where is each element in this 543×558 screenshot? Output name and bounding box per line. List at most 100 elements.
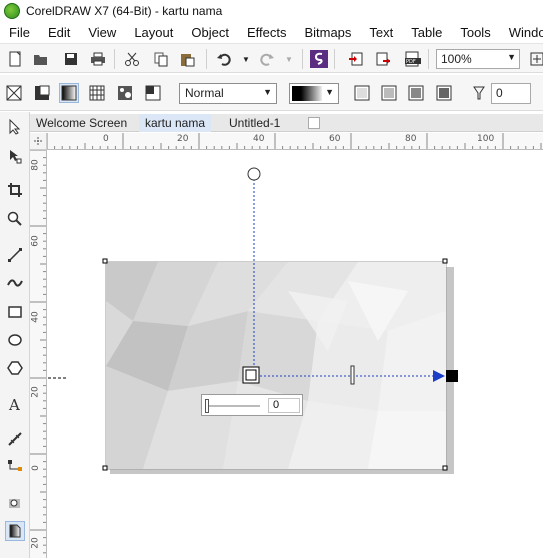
transparency-tool-icon[interactable] — [5, 521, 25, 541]
ruler-label: 40 — [253, 134, 265, 144]
fountain-transparency-icon[interactable] — [59, 83, 79, 103]
menu-edit[interactable]: Edit — [39, 25, 79, 40]
import-icon[interactable] — [347, 50, 365, 68]
canvas-artwork — [48, 167, 458, 474]
export-icon[interactable] — [374, 50, 392, 68]
rectangular-fountain-icon[interactable] — [434, 83, 454, 103]
ruler-origin-corner[interactable] — [30, 133, 47, 150]
drawing-canvas[interactable] — [48, 151, 543, 558]
menu-window[interactable]: Window — [500, 25, 543, 40]
standard-toolbar: ▼ ▼ PDF 100% ▼ — [0, 43, 543, 73]
freehand-tool-icon[interactable] — [5, 245, 25, 265]
elliptical-fountain-icon[interactable] — [379, 83, 399, 103]
ruler-label: 80 — [405, 134, 417, 144]
transparency-midpoint-handle[interactable] — [350, 365, 355, 385]
ruler-label: 0 — [30, 465, 41, 471]
print-icon[interactable] — [89, 50, 107, 68]
menu-table[interactable]: Table — [402, 25, 451, 40]
linear-fountain-icon[interactable] — [352, 83, 372, 103]
bitmap-pattern-transparency-icon[interactable] — [115, 83, 135, 103]
tab-welcome-screen[interactable]: Welcome Screen — [30, 114, 133, 132]
rectangle-tool-icon[interactable] — [5, 302, 25, 322]
search-content-icon[interactable] — [310, 50, 328, 68]
shape-tool-icon[interactable] — [5, 146, 25, 166]
slider-value: 0 — [273, 399, 280, 411]
vector-pattern-transparency-icon[interactable] — [87, 83, 107, 103]
transparency-end-node[interactable] — [446, 370, 458, 382]
redo-dropdown-icon[interactable]: ▼ — [280, 50, 298, 68]
toolbox: A — [0, 112, 30, 558]
toolbar-separator — [334, 49, 335, 69]
undo-dropdown-icon[interactable]: ▼ — [237, 50, 255, 68]
publish-pdf-icon[interactable]: PDF — [404, 50, 422, 68]
tab-untitled-1[interactable]: Untitled-1 — [223, 114, 286, 132]
pick-tool-icon[interactable] — [5, 117, 25, 137]
menu-view[interactable]: View — [79, 25, 125, 40]
menu-effects[interactable]: Effects — [238, 25, 296, 40]
new-tab-icon[interactable] — [308, 117, 320, 129]
slider-track — [208, 405, 260, 407]
transparency-value-field[interactable]: 0 — [491, 83, 531, 104]
svg-text:PDF: PDF — [406, 59, 416, 65]
ruler-label: 20 — [30, 537, 41, 549]
ruler-label: 20 — [30, 386, 41, 398]
save-icon[interactable] — [62, 50, 80, 68]
menu-tools[interactable]: Tools — [451, 25, 499, 40]
ruler-label: 100 — [477, 134, 495, 144]
redo-icon[interactable] — [258, 50, 276, 68]
transparency-target-icon[interactable] — [469, 83, 489, 103]
horizontal-ruler[interactable]: 0 20 40 60 80 100 — [47, 133, 543, 150]
two-color-pattern-transparency-icon[interactable] — [143, 83, 163, 103]
chevron-down-icon: ▼ — [507, 52, 516, 62]
connector-tool-icon[interactable] — [5, 457, 25, 477]
undo-icon[interactable] — [215, 50, 233, 68]
coreldraw-logo-icon — [4, 3, 20, 19]
slider-knob[interactable] — [205, 399, 209, 413]
title-bar: CorelDRAW X7 (64-Bit) - kartu nama — [0, 0, 543, 22]
svg-text:A: A — [8, 396, 20, 412]
menu-bitmaps[interactable]: Bitmaps — [295, 25, 360, 40]
uniform-transparency-icon[interactable] — [32, 83, 52, 103]
paste-icon[interactable] — [178, 50, 196, 68]
node-transparency-slider[interactable]: 0 — [201, 394, 303, 416]
no-transparency-icon[interactable] — [4, 83, 24, 103]
horizontal-ruler-ticks — [47, 133, 542, 149]
menu-layout[interactable]: Layout — [125, 25, 182, 40]
ruler-label: 80 — [30, 159, 41, 171]
text-tool-icon[interactable]: A — [5, 394, 25, 414]
full-screen-icon[interactable] — [528, 50, 543, 68]
cut-icon[interactable] — [123, 50, 141, 68]
gradient-picker[interactable]: ▼ — [289, 83, 339, 104]
toolbar-separator — [206, 49, 207, 69]
conical-fountain-icon[interactable] — [406, 83, 426, 103]
menu-text[interactable]: Text — [360, 25, 402, 40]
zoom-tool-icon[interactable] — [5, 209, 25, 229]
dimension-tool-icon[interactable] — [5, 429, 25, 449]
toolbar-separator — [114, 49, 115, 69]
vertical-ruler[interactable]: 80 60 40 20 0 20 — [30, 150, 47, 558]
crop-tool-icon[interactable] — [5, 180, 25, 200]
toolbar-separator — [302, 49, 303, 69]
copy-icon[interactable] — [152, 50, 170, 68]
rotation-handle-icon[interactable] — [247, 167, 261, 181]
open-folder-icon[interactable] — [32, 50, 50, 68]
zoom-level-value: 100% — [441, 52, 472, 66]
polygon-tool-icon[interactable] — [5, 358, 25, 378]
merge-mode-select[interactable]: Normal ▼ — [179, 83, 277, 104]
window-title: CorelDRAW X7 (64-Bit) - kartu nama — [26, 4, 223, 18]
drop-shadow-tool-icon[interactable] — [5, 493, 25, 513]
new-document-icon[interactable] — [6, 50, 24, 68]
artistic-media-tool-icon[interactable] — [5, 273, 25, 293]
ruler-label: 20 — [177, 134, 189, 144]
chevron-down-icon: ▼ — [263, 87, 272, 97]
zoom-level-select[interactable]: 100% ▼ — [436, 49, 520, 69]
menu-file[interactable]: File — [0, 25, 39, 40]
merge-mode-value: Normal — [185, 86, 224, 100]
slider-value-field[interactable]: 0 — [268, 398, 300, 413]
ellipse-tool-icon[interactable] — [5, 330, 25, 350]
tab-kartu-nama[interactable]: kartu nama — [139, 114, 212, 132]
menu-bar: File Edit View Layout Object Effects Bit… — [0, 22, 543, 42]
toolbar-separator — [428, 49, 429, 69]
menu-object[interactable]: Object — [182, 25, 238, 40]
business-card[interactable] — [105, 261, 447, 470]
